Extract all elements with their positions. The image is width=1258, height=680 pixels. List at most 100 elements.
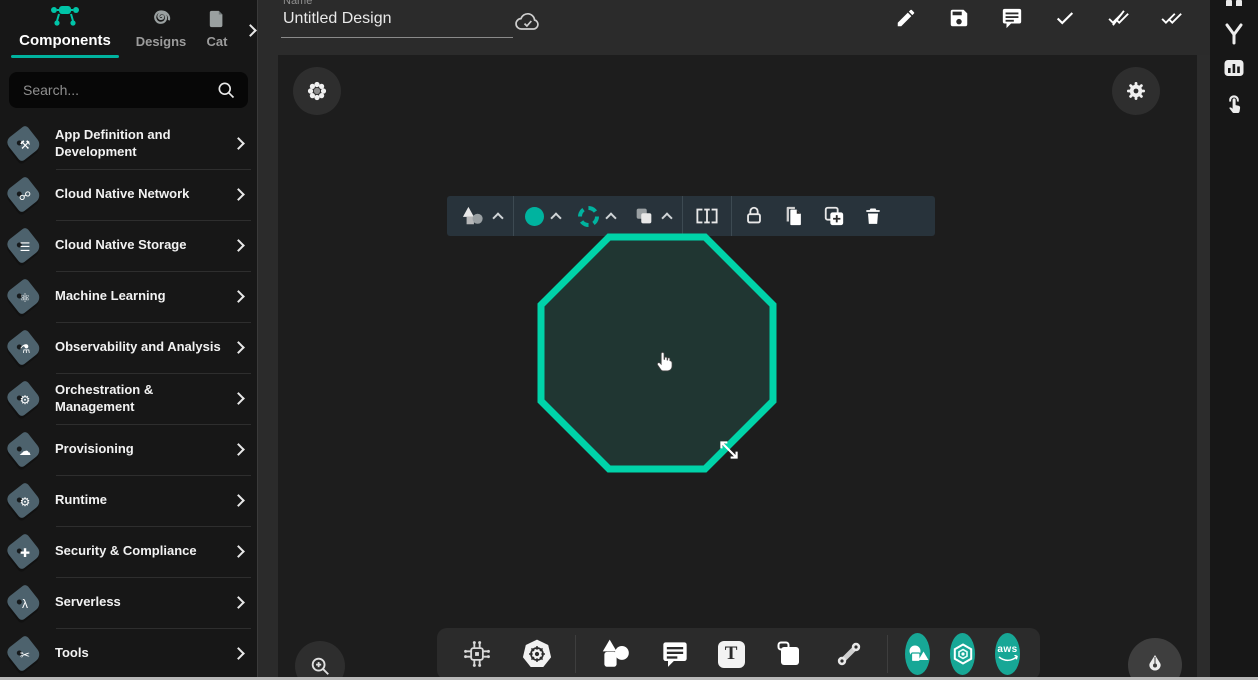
stroke-style-button[interactable] (569, 196, 624, 236)
shapes-icon (460, 205, 486, 227)
active-tab-underline (11, 55, 119, 58)
zoom-in-button[interactable] (295, 641, 345, 680)
runtime-tag-icon: ⚙ (6, 482, 42, 520)
shape-picker-button[interactable] (451, 196, 511, 236)
flower-icon (305, 79, 329, 103)
components-panel: Components Designs Cat (0, 0, 258, 680)
tab-components[interactable]: Components (4, 0, 126, 58)
sidebar-item-observability-analysis[interactable]: ⚗ Observability and Analysis (0, 322, 257, 373)
shapes-tool-button[interactable] (588, 638, 642, 670)
chevron-right-icon (232, 647, 245, 660)
tab-catalog-label: Cat (207, 34, 228, 49)
component-search[interactable] (9, 72, 248, 108)
canvas-settings-button[interactable] (1112, 67, 1160, 115)
network-tag-icon: ☍ (6, 176, 42, 214)
rename-button[interactable] (685, 196, 729, 236)
copy-button[interactable] (774, 196, 814, 236)
sidebar-item-cloud-native-storage[interactable]: ☰ Cloud Native Storage (0, 220, 257, 271)
canvas-right-gutter[interactable] (1197, 55, 1210, 680)
deploy-button[interactable] (1160, 7, 1182, 29)
design-canvas[interactable]: T (278, 55, 1197, 680)
gear-icon (1124, 79, 1148, 103)
save-button[interactable] (948, 7, 970, 29)
dashboard-chart-icon[interactable] (1210, 56, 1258, 80)
shapes-module-button[interactable] (905, 633, 930, 675)
chevron-right-icon (232, 443, 245, 456)
sidebar-item-label: Tools (42, 645, 234, 662)
arrange-button[interactable] (624, 196, 680, 236)
note-tool-button[interactable] (763, 639, 815, 669)
trash-icon (863, 205, 883, 227)
touch-interaction-icon[interactable] (1210, 92, 1258, 116)
comment-button[interactable] (1001, 7, 1023, 29)
shapes-icon (598, 638, 632, 670)
duplicate-plus-icon (823, 205, 845, 227)
edge-tool-button[interactable] (823, 639, 875, 669)
sidebar-item-label: Cloud Native Storage (42, 237, 234, 254)
sidebar-item-serverless[interactable]: λ Serverless (0, 577, 257, 628)
lock-button[interactable] (734, 196, 774, 236)
aws-module-button[interactable]: aws (995, 633, 1020, 675)
chevron-right-icon (232, 137, 245, 150)
resize-arrow-icon[interactable] (716, 437, 742, 463)
sidebar-list: ⚒ App Definition and Development ☍ Cloud… (0, 118, 257, 679)
undeploy-button[interactable] (1107, 7, 1129, 29)
duplicate-button[interactable] (814, 196, 854, 236)
sidebar-item-orchestration-management[interactable]: ⚙ Orchestration & Management (0, 373, 257, 424)
freeze-layout-button[interactable] (293, 67, 341, 115)
delete-button[interactable] (854, 196, 892, 236)
search-icon (216, 80, 236, 100)
provisioning-tag-icon: ☁ (6, 431, 42, 469)
sidebar-item-app-definition-development[interactable]: ⚒ App Definition and Development (0, 118, 257, 169)
comment-tool-button[interactable] (650, 640, 700, 668)
shape-toolbar (447, 196, 935, 236)
toolbar-divider (682, 196, 683, 236)
fill-color-button[interactable] (516, 196, 569, 236)
chevron-right-icon (232, 494, 245, 507)
copy-icon (783, 205, 805, 227)
sidebar-item-runtime[interactable]: ⚙ Runtime (0, 475, 257, 526)
lock-icon (743, 205, 765, 227)
aws-logo-text: aws (997, 645, 1017, 655)
orchestration-tag-icon: ⚙ (6, 380, 42, 418)
partial-panel-icon[interactable] (1210, 0, 1258, 6)
chevron-up-icon (550, 212, 561, 223)
chevron-right-icon (232, 188, 245, 201)
flowchart-y-icon[interactable] (1210, 22, 1258, 46)
tab-scroll-chevron[interactable] (246, 22, 255, 40)
tab-catalog[interactable]: Cat (196, 0, 238, 49)
text-tool-button[interactable]: T (708, 641, 755, 668)
panel-tabs: Components Designs Cat (0, 0, 257, 60)
chevron-up-icon (492, 212, 503, 223)
tab-designs[interactable]: Designs (126, 0, 196, 49)
shapes-module-icon (906, 642, 930, 666)
hexagon-module-button[interactable] (950, 633, 975, 675)
sidebar-item-security-compliance[interactable]: ✚ Security & Compliance (0, 526, 257, 577)
sidebar-item-label: Security & Compliance (42, 543, 234, 560)
chevron-right-icon (232, 545, 245, 558)
chevron-right-icon (232, 290, 245, 303)
sidebar-item-label: App Definition and Development (42, 127, 234, 161)
tab-designs-label: Designs (136, 34, 187, 49)
machine-learning-tag-icon: ⚛ (6, 278, 42, 316)
sidebar-item-cloud-native-network[interactable]: ☍ Cloud Native Network (0, 169, 257, 220)
chevron-right-icon (232, 596, 245, 609)
tab-components-label: Components (19, 32, 111, 49)
sidebar-item-label: Machine Learning (42, 288, 234, 305)
toolbar-divider (575, 635, 576, 673)
sidebar-item-machine-learning[interactable]: ⚛ Machine Learning (0, 271, 257, 322)
validate-button[interactable] (1054, 7, 1076, 29)
edit-button[interactable] (895, 7, 917, 29)
right-dock (1210, 0, 1258, 680)
pen-nib-icon (1143, 653, 1167, 677)
edge-link-icon (833, 639, 865, 669)
hexagon-module-icon (951, 642, 975, 666)
design-name-input[interactable] (281, 6, 513, 38)
observability-tag-icon: ⚗ (6, 329, 42, 367)
kubernetes-tool-button[interactable] (511, 638, 563, 670)
pen-tool-button[interactable] (1128, 638, 1182, 680)
sidebar-item-provisioning[interactable]: ☁ Provisioning (0, 424, 257, 475)
search-input[interactable] (21, 81, 216, 99)
component-tool-button[interactable] (451, 638, 503, 670)
sidebar-item-tools[interactable]: ✂ Tools (0, 628, 257, 679)
